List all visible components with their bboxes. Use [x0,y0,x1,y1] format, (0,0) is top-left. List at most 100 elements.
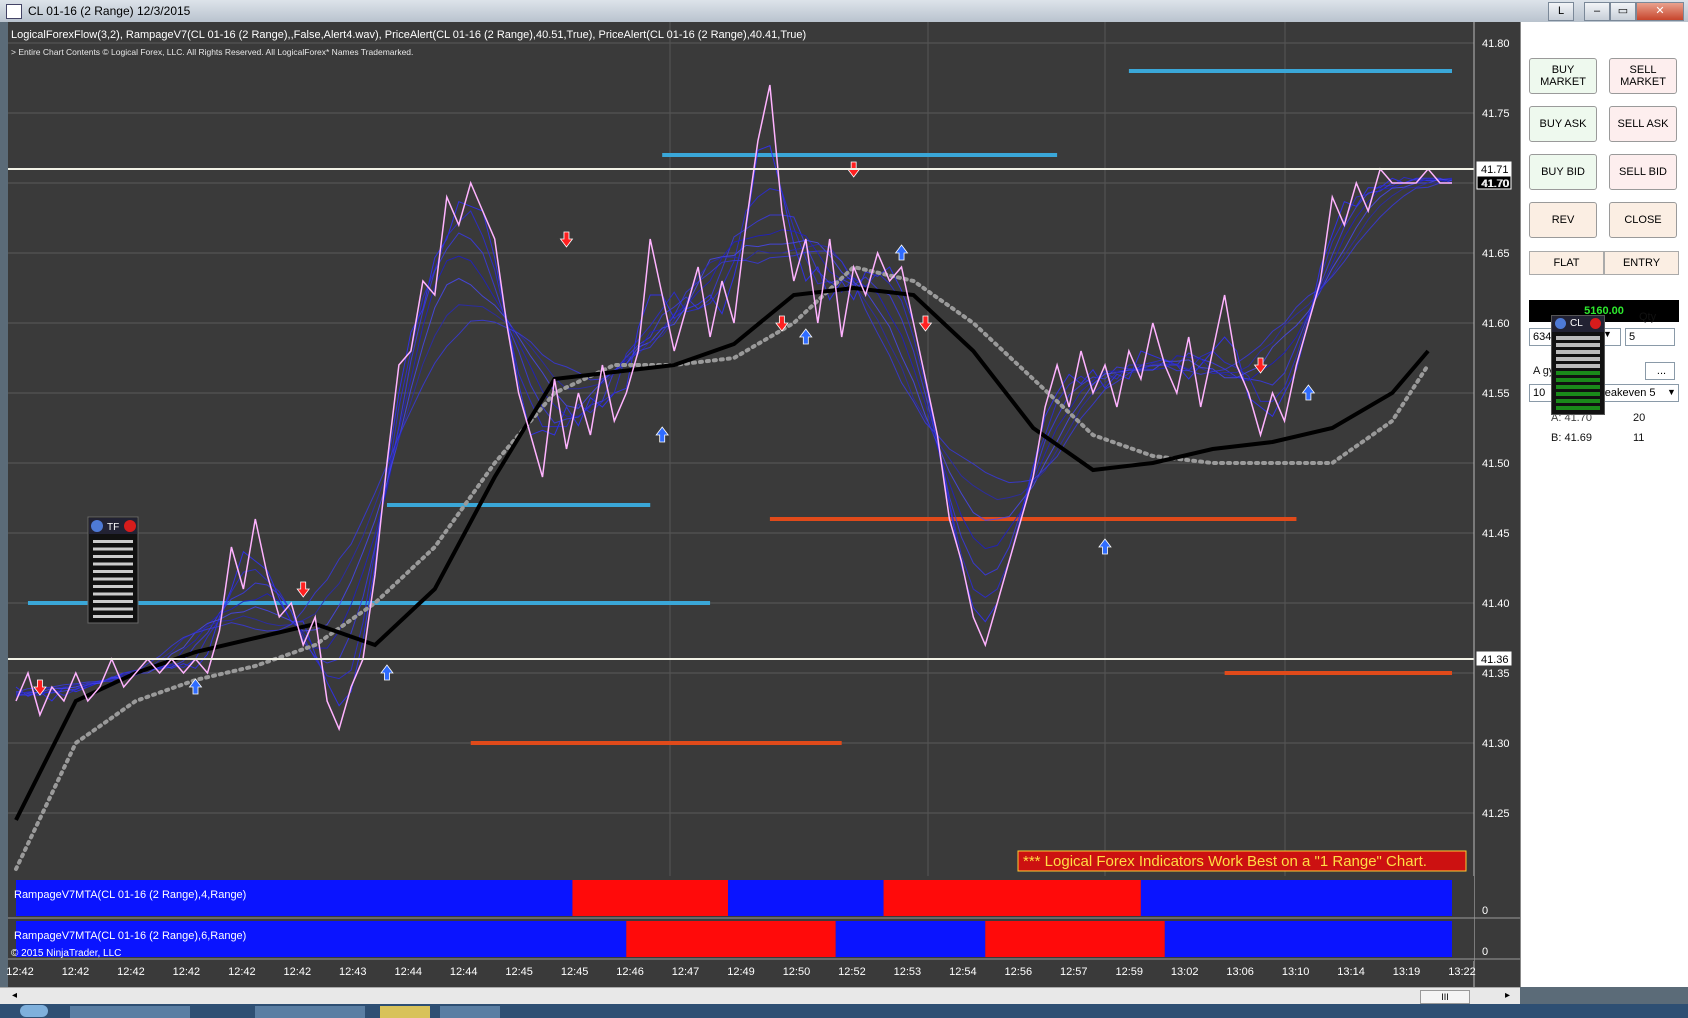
copyright-note: > Entire Chart Contents © Logical Forex,… [11,47,413,57]
x-tick-label: 13:22 [1448,966,1476,978]
link-button[interactable]: L [1548,2,1574,21]
y-tick-label: 41.70 [1482,178,1510,190]
scroll-right-icon[interactable]: ▸ [1505,990,1510,1001]
cl-label: CL [1570,318,1583,329]
cl-level-bar [1556,357,1600,361]
sell-market-button[interactable]: SELL MARKET [1609,58,1677,94]
y-tick-label: 41.50 [1482,458,1510,470]
tf-level-bar [93,585,133,588]
x-tick-label: 12:42 [6,966,34,978]
start-icon[interactable] [20,1005,48,1017]
sell-ask-button[interactable]: SELL ASK [1609,106,1677,142]
x-tick-label: 12:45 [505,966,533,978]
buy-ask-button[interactable]: BUY ASK [1529,106,1597,142]
buy-market-button[interactable]: BUY MARKET [1529,58,1597,94]
sub-panel-zero-label: 0 [1482,905,1488,917]
x-tick-label: 12:42 [117,966,145,978]
trend-bar-segment [1164,921,1452,957]
x-tick-label: 12:53 [894,966,922,978]
cl-level-bar [1556,392,1600,396]
taskbar-item[interactable] [70,1006,190,1018]
tf-close-icon[interactable] [124,520,136,532]
cl-widget[interactable]: CL [1551,315,1605,415]
x-tick-label: 13:14 [1337,966,1365,978]
cl-lock-icon [1555,318,1566,329]
taskbar-item[interactable] [440,1006,500,1018]
y-tick-label: 41.30 [1482,738,1510,750]
trend-bar-segment [728,880,884,916]
cl-level-bar [1556,399,1600,403]
cl-close-icon[interactable] [1590,318,1601,329]
y-tick-label: 41.45 [1482,528,1510,540]
restore-icon[interactable]: ▭ [1610,2,1636,21]
y-tick-label: 41.80 [1482,38,1510,50]
qty-stepper[interactable]: 5 [1625,328,1675,346]
tf-level-bar [93,547,133,551]
y-tick-label: 41.55 [1482,388,1510,400]
tf-level-bar [93,607,133,611]
trend-bar-segment [1140,880,1452,916]
x-tick-label: 13:06 [1226,966,1254,978]
tf-level-bar [93,562,133,566]
x-tick-label: 12:47 [672,966,700,978]
x-tick-label: 12:44 [450,966,478,978]
x-tick-label: 12:42 [173,966,201,978]
close-icon[interactable]: ✕ [1636,2,1684,21]
order-entry-panel: BUY MARKET SELL MARKET BUY ASK SELL ASK … [1520,22,1688,987]
indicator-legend: LogicalForexFlow(3,2), RampageV7(CL 01-1… [11,29,806,41]
x-tick-label: 12:59 [1115,966,1143,978]
scroll-thumb[interactable]: III [1420,990,1470,1004]
y-tick-label: 41.40 [1482,598,1510,610]
tf-level-bar [93,615,133,618]
x-tick-label: 13:19 [1393,966,1421,978]
sell-bid-button[interactable]: SELL BID [1609,154,1677,190]
x-tick-label: 12:57 [1060,966,1088,978]
x-tick-label: 12:42 [228,966,256,978]
qty-label: Qty [1639,311,1657,323]
position-status: FLAT [1529,251,1604,275]
x-tick-label: 12:45 [561,966,589,978]
y-tick-label: 41.65 [1482,248,1510,260]
sub-panel-label: RampageV7MTA(CL 01-16 (2 Range),4,Range) [14,889,246,901]
bid-price: B: 41.69 [1551,432,1592,444]
tf-widget[interactable]: TF [87,516,139,624]
y-tick-label: 41.35 [1482,668,1510,680]
minimize-icon[interactable]: – [1584,2,1610,21]
trend-bar-segment [626,921,836,957]
cl-level-bar [1556,371,1600,375]
cl-level-bar [1556,385,1600,389]
trend-bar-segment [883,880,1141,916]
tf-label: TF [107,522,119,533]
price-chart[interactable]: 41.71 41.70 41.36 41.25 41.30 41.35 41.40 41.4… [0,0,1520,987]
price-marker-label: 41.71 [1481,164,1509,176]
cl-level-bar [1556,378,1600,382]
x-tick-label: 12:50 [783,966,811,978]
x-tick-label: 12:56 [1005,966,1033,978]
horizontal-scrollbar[interactable]: ◂ III ▸ [0,987,1520,1005]
x-tick-label: 13:02 [1171,966,1199,978]
trend-bar-segment [572,880,729,916]
tf-level-bar [93,570,133,573]
buy-bid-button[interactable]: BUY BID [1529,154,1597,190]
taskbar-item[interactable] [255,1006,365,1018]
close-position-button[interactable]: CLOSE [1609,202,1677,238]
tf-level-bar [93,592,133,596]
x-tick-label: 13:10 [1282,966,1310,978]
strategy-dropdown-icon[interactable]: ▼ [1667,387,1676,397]
tf-level-bar [93,555,133,558]
price-marker-label: 41.36 [1481,654,1509,666]
cl-level-bar [1556,350,1600,354]
tf-level-bar [93,577,133,581]
ninjatrader-copyright: © 2015 NinjaTrader, LLC [11,948,121,959]
strategy-options-button[interactable]: ... [1645,362,1675,380]
y-tick-label: 41.75 [1482,108,1510,120]
entry-price-label: ENTRY [1604,251,1679,275]
cl-level-bar [1556,364,1600,368]
ask-size: 20 [1633,412,1646,424]
scroll-left-icon[interactable]: ◂ [12,990,17,1001]
rev-button[interactable]: REV [1529,202,1597,238]
chart-background [8,22,1520,987]
cl-level-bar [1556,336,1600,340]
sub-panel-zero-label: 0 [1482,946,1488,958]
taskbar-item[interactable] [380,1006,430,1018]
